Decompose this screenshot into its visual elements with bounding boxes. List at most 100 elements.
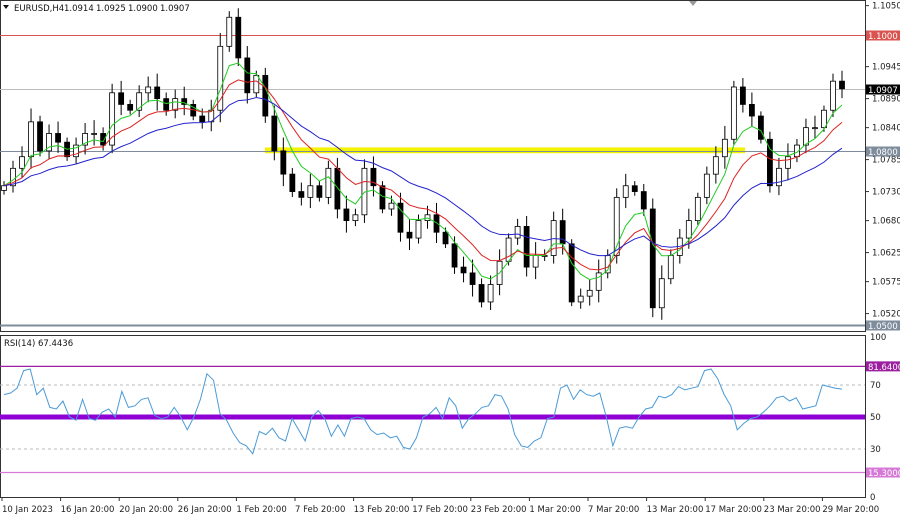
candle [712,156,719,175]
candle [163,98,170,111]
time-tick-label: 13 Feb 20:00 [354,505,410,515]
candle [199,115,206,123]
candle [667,255,674,280]
time-tick-label: 17 Mar 20:00 [705,505,762,515]
time-tick-label: 7 Mar 20:00 [588,505,639,515]
candle [776,167,782,187]
candle [577,295,584,303]
candle [217,45,224,111]
time-tick-label: 1 Feb 20:00 [236,505,286,515]
candle [631,185,638,192]
rsi-tick-label: 0 [870,493,875,503]
candle [55,133,61,143]
candle [343,208,350,222]
candle [640,191,647,210]
rsi-level-label: 15.3000 [868,469,900,479]
candle [127,104,134,111]
price-level-label: 1.0800 [868,148,898,158]
candle [523,226,530,268]
candle [748,104,755,117]
candle [785,156,791,169]
candle [685,220,692,239]
candle [280,150,287,175]
support-zone [265,147,745,154]
candle [379,185,386,210]
candle [145,86,152,94]
rsi-line [3,368,843,455]
candle [721,138,728,158]
candle [316,185,323,198]
candle [406,231,413,239]
candle [568,243,575,303]
candle [469,272,476,285]
price-tick-label: 1.0945 [872,63,900,73]
candle [253,74,260,94]
price-tick-label: 1.0575 [872,278,900,288]
candle [658,278,665,309]
candle [388,202,395,210]
candle [91,133,98,135]
price-panel-frame [0,0,866,332]
time-tick-label: 29 Mar 20:00 [822,505,879,515]
candle [307,185,314,198]
candle [739,86,746,105]
candle [154,86,161,100]
time-tick-label: 23 Mar 20:00 [764,505,821,515]
candle [730,86,737,140]
candle [758,115,764,140]
price-tick-label: 1.0840 [872,124,900,134]
candle [28,121,34,158]
candle [352,214,359,222]
time-tick-label: 26 Jan 20:00 [178,505,232,515]
time-tick-label: 13 Mar 20:00 [647,505,704,515]
candle [812,127,818,130]
time-tick-label: 10 Jan 2023 [2,505,53,515]
candle [271,115,278,152]
candle [586,289,593,297]
price-level-label: 1.0500 [868,322,898,332]
time-tick-label: 17 Feb 20:00 [412,505,468,515]
candle [478,284,485,303]
candle [37,121,43,152]
candle [262,74,269,117]
price-level-label: 1.1000 [868,32,898,42]
time-tick-label: 1 Mar 20:00 [529,505,580,515]
candle [830,80,836,111]
candle [1,185,7,191]
candle [172,98,179,111]
price-tick-label: 1.0680 [872,217,900,227]
candle [118,92,125,105]
time-tick-label: 23 Feb 20:00 [471,505,527,515]
candle [334,167,341,210]
candle [550,220,557,256]
rsi-tick-label: 50 [870,413,881,423]
candle [532,255,539,268]
price-tick-label: 1.0730 [872,188,900,198]
chart-window: 1.1050 1.0945 1.0890 1.0840 1.0785 1.0730 1.06… [0,0,900,516]
price-tick-label: 1.1050 [872,2,900,12]
candle [325,167,332,198]
candle [19,156,25,169]
time-tick-label: 20 Jan 20:00 [119,505,173,515]
rsi-level-label: 81.6400 [868,363,900,373]
candle [460,266,467,274]
candle [703,173,710,198]
candle [487,284,494,303]
rsi-tick-label: 100 [870,333,886,343]
rsi-tick-label: 70 [870,381,881,391]
time-tick-label: 16 Jan 20:00 [61,505,115,515]
candle [442,231,449,245]
candle [226,16,233,47]
price-chart[interactable]: 1.10501.09451.08901.08401.07851.07301.06… [0,0,900,516]
time-tick-label: 7 Feb 20:00 [295,505,345,515]
candle [839,80,845,90]
candle [289,173,296,192]
candle [451,243,458,268]
price-tick-label: 1.0625 [872,249,900,259]
candle [298,191,305,198]
shift-marker-icon [689,1,697,6]
rsi-tick-label: 30 [870,445,881,455]
candle [235,16,242,59]
price-tick-label: 1.0890 [872,95,900,105]
candle [649,208,656,309]
